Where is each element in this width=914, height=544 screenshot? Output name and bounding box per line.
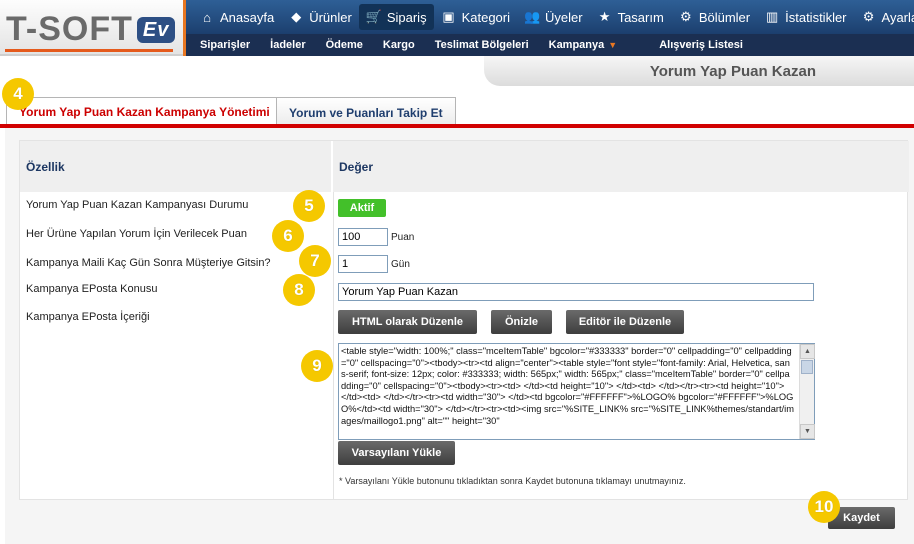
nav-item-istatistikler[interactable]: ▥ İstatistikler [757,4,853,30]
points-input[interactable] [338,228,388,246]
preview-button[interactable]: Önizle [491,310,552,334]
callout-badge: 7 [299,245,331,277]
nav-item-urunler[interactable]: ◆ Ürünler [281,4,359,30]
gear-icon: ⚙ [862,9,875,24]
nav-label: Tasarım [617,9,664,25]
subnav-siparisler[interactable]: Siparişler [200,39,250,51]
nav-label: Anasayfa [220,9,275,25]
nav-label: İstatistikler [785,9,847,25]
textarea-scrollbar[interactable]: ▲ ▼ [799,344,815,439]
nav-label: Sipariş [386,9,427,25]
nav-label: Kategori [461,9,510,25]
callout-badge: 6 [272,220,304,252]
caret-down-icon: ▼ [608,40,618,50]
category-icon: ▣ [442,9,455,24]
subnav-teslimat-bolgeleri[interactable]: Teslimat Bölgeleri [435,39,529,51]
days-unit: Gün [391,259,410,270]
label-email-subject: Kampanya EPosta Konusu [26,283,158,295]
days-input[interactable] [338,255,388,273]
label-points-per-review: Her Ürüne Yapılan Yorum İçin Verilecek P… [26,228,247,240]
editor-edit-button[interactable]: Editör ile Düzenle [566,310,684,334]
column-header-property: Özellik [20,141,332,192]
nav-item-ayarlar[interactable]: ⚙ Ayarlar [854,4,914,30]
nav-item-bolumler[interactable]: ⚙ Bölümler [671,4,757,30]
tab-campaign-management[interactable]: Yorum Yap Puan Kazan Kampanya Yönetimi [6,97,283,125]
admin-page: T-SOFT Ev ⌂ Anasayfa ◆ Ürünler 🛒 Sipariş ▣ Ka… [0,0,914,544]
subnav-alisveris-listesi[interactable]: Alışveriş Listesi [659,39,743,51]
bar-chart-icon: ▥ [765,9,779,24]
sub-nav: Siparişler İadeler Ödeme Kargo Teslimat … [183,34,914,56]
nav-item-uyeler[interactable]: 👥 Üyeler [517,4,590,30]
subnav-iadeler[interactable]: İadeler [270,39,305,51]
nav-item-anasayfa[interactable]: ⌂ Anasayfa [192,4,281,30]
email-content-textarea[interactable]: <table style="width: 100%;" class="mceIt… [338,343,815,440]
nav-item-siparis[interactable]: 🛒 Sipariş [358,4,434,30]
label-mail-delay-days: Kampanya Maili Kaç Gün Sonra Müşteriye G… [26,257,271,269]
page-title-bar: Yorum Yap Puan Kazan [484,56,914,86]
callout-badge: 4 [2,78,34,110]
tab-label: Yorum Yap Puan Kazan Kampanya Yönetimi [19,104,270,119]
load-default-button[interactable]: Varsayılanı Yükle [338,441,455,465]
label-email-content: Kampanya EPosta İçeriği [26,311,150,323]
logo[interactable]: T-SOFT Ev [6,10,176,48]
info-note: * Varsayılanı Yükle butonunu tıkladıktan… [339,476,686,486]
points-unit: Puan [391,232,415,243]
callout-badge: 5 [293,190,325,222]
logo-underline [5,49,173,52]
nav-label: Bölümler [698,9,751,25]
subnav-kampanya[interactable]: Kampanya ▼ [549,39,618,51]
logo-ev-badge: Ev [136,17,176,43]
scroll-up-icon[interactable]: ▲ [800,344,815,359]
subnav-kargo[interactable]: Kargo [383,39,415,51]
star-icon: ★ [598,9,611,24]
main-nav: ⌂ Anasayfa ◆ Ürünler 🛒 Sipariş ▣ Kategori 👥 Ü… [183,0,914,34]
callout-badge: 10 [808,491,840,523]
users-icon: 👥 [524,9,541,24]
cart-icon: 🛒 [365,9,383,24]
gears-icon: ⚙ [679,9,692,24]
nav-item-kategori[interactable]: ▣ Kategori [434,4,517,30]
home-icon: ⌂ [203,9,211,25]
nav-label: Ürünler [309,9,352,25]
page-title: Yorum Yap Puan Kazan [649,62,816,80]
logo-area: T-SOFT Ev [0,0,183,56]
callout-badge: 9 [301,350,333,382]
nav-label: Ayarlar [881,9,914,25]
email-subject-input[interactable] [338,283,814,301]
nav-label: Üyeler [545,9,583,25]
scroll-down-icon[interactable]: ▼ [800,424,815,439]
column-divider [333,192,334,500]
nav-item-tasarim[interactable]: ★ Tasarım [590,4,671,30]
subnav-odeme[interactable]: Ödeme [326,39,363,51]
status-toggle-button[interactable]: Aktif [338,199,386,217]
label-campaign-status: Yorum Yap Puan Kazan Kampanyası Durumu [26,199,249,211]
callout-badge: 8 [283,274,315,306]
box-icon: ◆ [291,9,302,24]
column-header-value: Değer [333,141,909,192]
subnav-kampanya-label: Kampanya [548,39,605,51]
logo-text: T-SOFT [6,10,133,48]
tab-label: Yorum ve Puanları Takip Et [289,106,443,120]
html-edit-button[interactable]: HTML olarak Düzenle [338,310,477,334]
scroll-thumb[interactable] [801,360,813,374]
